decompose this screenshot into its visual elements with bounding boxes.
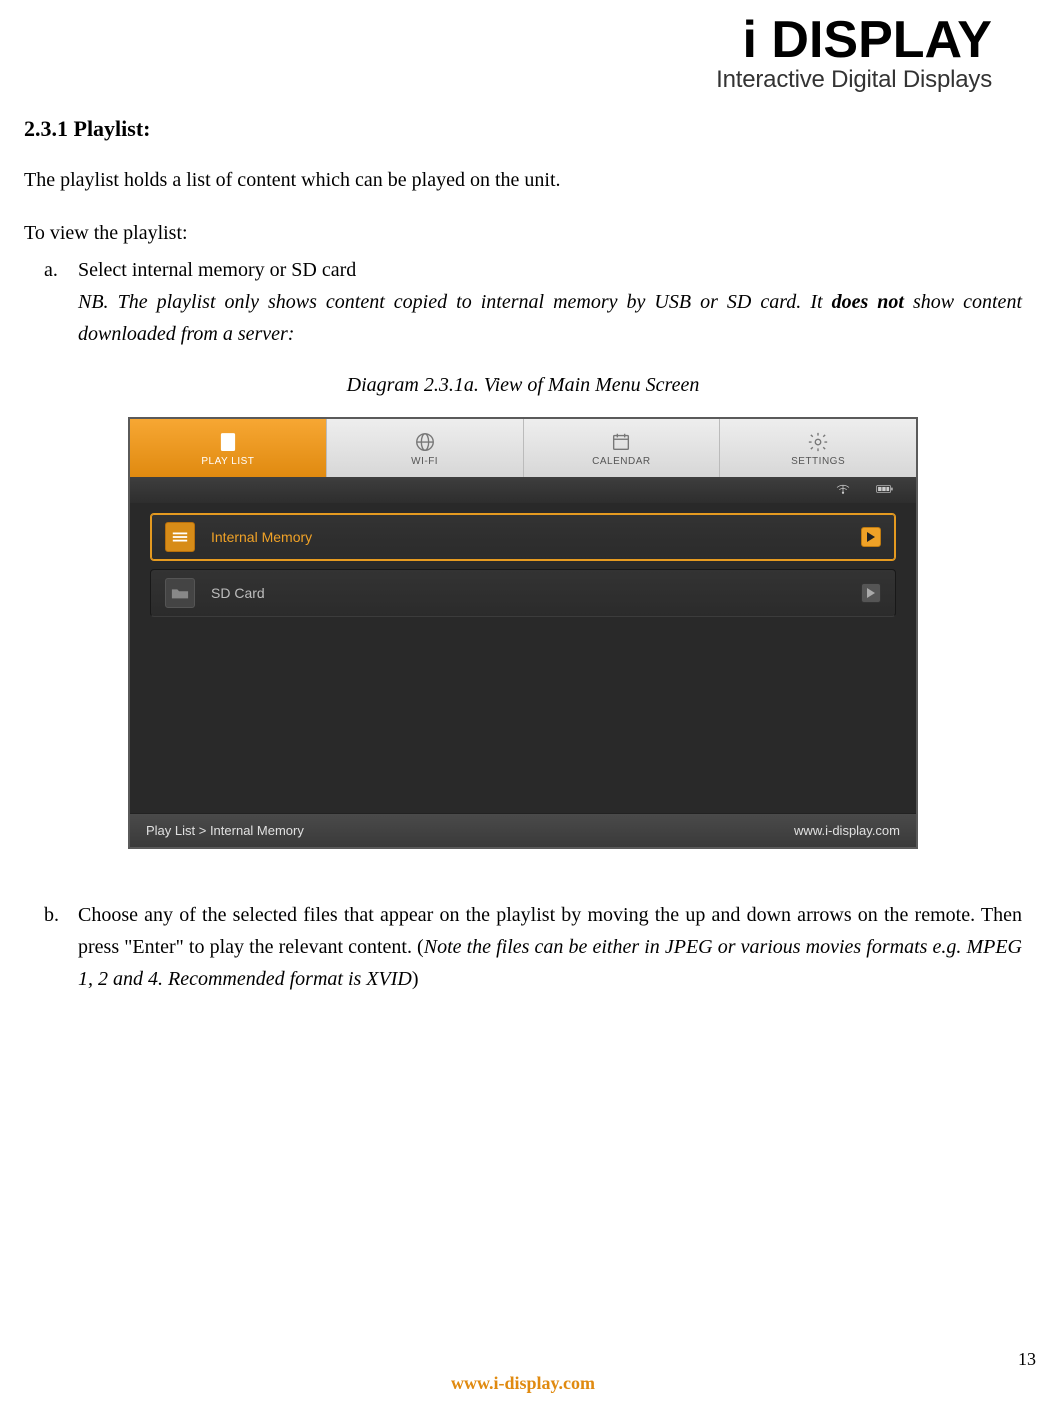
row-internal-label: Internal Memory xyxy=(211,529,845,545)
tab-calendar[interactable]: CALENDAR xyxy=(524,419,721,477)
logo-line2: Interactive Digital Displays xyxy=(24,66,992,94)
footer-url: www.i-display.com xyxy=(0,1373,1046,1394)
section-number: 2.3.1 xyxy=(24,116,68,141)
tab-wifi[interactable]: WI-FI xyxy=(327,419,524,477)
calendar-icon xyxy=(609,430,633,454)
list-item-a: a. Select internal memory or SD card NB.… xyxy=(78,254,1022,350)
globe-icon xyxy=(413,430,437,454)
playlist-icon xyxy=(216,430,240,454)
battery-icon xyxy=(876,479,894,502)
tab-calendar-label: CALENDAR xyxy=(592,456,650,467)
row-sdcard-label: SD Card xyxy=(211,585,845,601)
breadcrumb-bar: Play List > Internal Memory www.i-displa… xyxy=(130,813,916,847)
playlist-rows: Internal Memory SD Card xyxy=(130,503,916,813)
brand-logo: i DISPLAY Interactive Digital Displays xyxy=(24,10,1022,94)
play-icon[interactable] xyxy=(861,527,881,547)
tab-settings[interactable]: SETTINGS xyxy=(720,419,916,477)
page-number: 13 xyxy=(1018,1349,1036,1370)
lead-line: To view the playlist: xyxy=(24,219,1022,248)
logo-line1: i DISPLAY xyxy=(24,10,992,70)
section-heading: 2.3.1 Playlist: xyxy=(24,116,1022,142)
signal-icon xyxy=(834,479,852,502)
tab-settings-label: SETTINGS xyxy=(791,456,845,467)
tab-bar: PLAY LIST WI-FI CALENDAR SETTINGS xyxy=(130,419,916,477)
list-a-note-prefix: NB. The playlist only shows content copi… xyxy=(78,291,832,313)
list-a-note-bold: does not xyxy=(832,291,904,313)
diagram-caption: Diagram 2.3.1a. View of Main Menu Screen xyxy=(24,374,1022,397)
status-bar xyxy=(130,477,916,503)
row-sd-card[interactable]: SD Card xyxy=(150,569,896,617)
list-marker-b: b. xyxy=(44,899,59,931)
list-marker-a: a. xyxy=(44,254,58,286)
list-item-b: b. Choose any of the selected files that… xyxy=(78,899,1022,995)
tab-wifi-label: WI-FI xyxy=(411,456,438,467)
section-title: Playlist xyxy=(74,116,144,141)
list-a-text: Select internal memory or SD card xyxy=(78,259,356,281)
intro-paragraph: The playlist holds a list of content whi… xyxy=(24,166,1022,195)
play-icon[interactable] xyxy=(861,583,881,603)
row-internal-memory[interactable]: Internal Memory xyxy=(150,513,896,561)
breadcrumb-url: www.i-display.com xyxy=(794,823,900,838)
gear-icon xyxy=(806,430,830,454)
folder-icon xyxy=(165,578,195,608)
list-b-text-suffix: ) xyxy=(412,968,419,990)
main-menu-screenshot: PLAY LIST WI-FI CALENDAR SETTINGS xyxy=(128,417,918,849)
list-lines-icon xyxy=(165,522,195,552)
breadcrumb-path: Play List > Internal Memory xyxy=(146,823,304,838)
tab-playlist-label: PLAY LIST xyxy=(201,456,254,467)
tab-playlist[interactable]: PLAY LIST xyxy=(130,419,327,477)
